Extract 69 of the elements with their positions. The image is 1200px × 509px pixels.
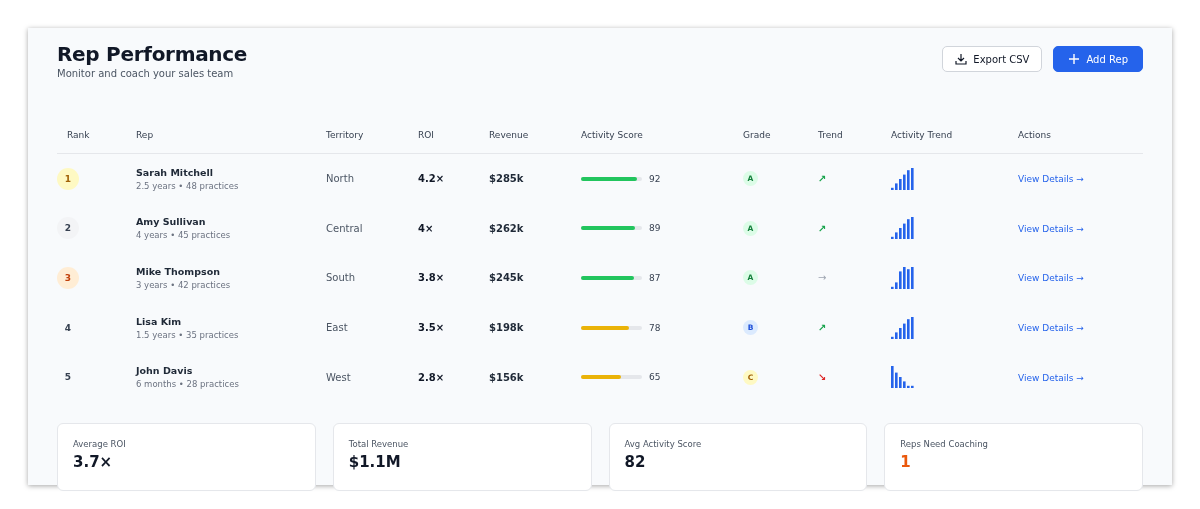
rep-name: Amy Sullivan (136, 216, 206, 228)
trend-up-arrow: ↗ (818, 173, 827, 185)
view-details-link[interactable]: View Details → (1018, 323, 1084, 334)
score-value: 87 (649, 273, 661, 283)
column-header: ROI (418, 130, 435, 140)
roi-cell: 4.2× (418, 173, 445, 185)
rank-badge: 2 (57, 217, 79, 240)
download-icon (955, 53, 968, 65)
column-header: Activity Trend (891, 130, 954, 140)
view-details-link[interactable]: View Details → (1018, 372, 1084, 383)
rep-name: Sarah Mitchell (136, 166, 214, 178)
territory-cell: South (326, 272, 356, 284)
view-details-link[interactable]: View Details → (1018, 223, 1084, 234)
stat-label: Average ROI (73, 438, 127, 449)
revenue-cell: $156k (489, 371, 524, 383)
stat-value: 3.7× (73, 452, 114, 471)
column-header: Trend (818, 130, 844, 140)
trend-flat-arrow: → (818, 272, 827, 284)
column-header: Rank (66, 130, 91, 140)
trend-down-arrow: ↘ (818, 371, 827, 383)
territory-cell: West (326, 371, 351, 383)
rep-details: 2.5 years • 48 practices (136, 180, 239, 191)
view-details-link[interactable]: View Details → (1018, 174, 1084, 185)
stat-value: $1.1M (348, 452, 402, 471)
territory-cell: North (326, 173, 354, 185)
rep-details: 6 months • 28 practices (136, 379, 239, 390)
rep-details: 3 years • 42 practices (136, 280, 231, 290)
rep-name: John Davis (136, 365, 193, 377)
rank-number: 4 (63, 321, 73, 335)
column-header: Grade (743, 130, 772, 140)
territory-cell: East (326, 322, 348, 334)
roi-cell: 4× (418, 222, 434, 234)
column-header: Actions (1018, 130, 1052, 140)
rank-badge: 1 (57, 167, 79, 190)
page-subtitle: Monitor and coach your sales team (57, 68, 235, 79)
trend-up-arrow: ↗ (818, 322, 827, 334)
column-header: Activity Score (581, 130, 644, 140)
rep-name: Lisa Kim (136, 315, 182, 327)
stat-label: Avg Activity Score (624, 438, 703, 449)
trend-up-arrow: ↗ (818, 222, 827, 234)
plus-icon (1068, 53, 1081, 65)
score-value: 65 (649, 372, 661, 383)
stat-value: 1 (900, 452, 912, 471)
score-value: 89 (649, 223, 661, 234)
rep-details: 4 years • 45 practices (136, 230, 231, 241)
rank-badge: 3 (57, 267, 79, 289)
add-rep-button[interactable]: Add Rep (1053, 46, 1143, 72)
roi-cell: 3.5× (418, 322, 445, 334)
score-value: 92 (649, 173, 661, 184)
revenue-cell: $262k (489, 222, 524, 234)
territory-cell: Central (326, 222, 363, 234)
export-button[interactable]: Export CSV (942, 46, 1043, 72)
column-header: Revenue (489, 130, 530, 140)
rank-number: 5 (63, 371, 73, 385)
rep-details: 1.5 years • 35 practices (136, 329, 239, 340)
roi-cell: 3.8× (418, 272, 445, 284)
revenue-cell: $285k (489, 173, 524, 185)
column-header: Territory (326, 130, 365, 140)
stat-value: 82 (624, 452, 647, 471)
roi-cell: 2.8× (418, 371, 445, 383)
revenue-cell: $245k (489, 272, 524, 284)
score-value: 78 (649, 322, 661, 333)
view-details-link[interactable]: View Details → (1018, 273, 1084, 284)
rep-name: Mike Thompson (136, 266, 220, 277)
stat-label: Reps Need Coaching (900, 438, 989, 449)
column-header: Rep (136, 130, 155, 140)
revenue-cell: $198k (489, 322, 524, 334)
stat-label: Total Revenue (348, 438, 410, 449)
page-title: Rep Performance (57, 42, 248, 66)
